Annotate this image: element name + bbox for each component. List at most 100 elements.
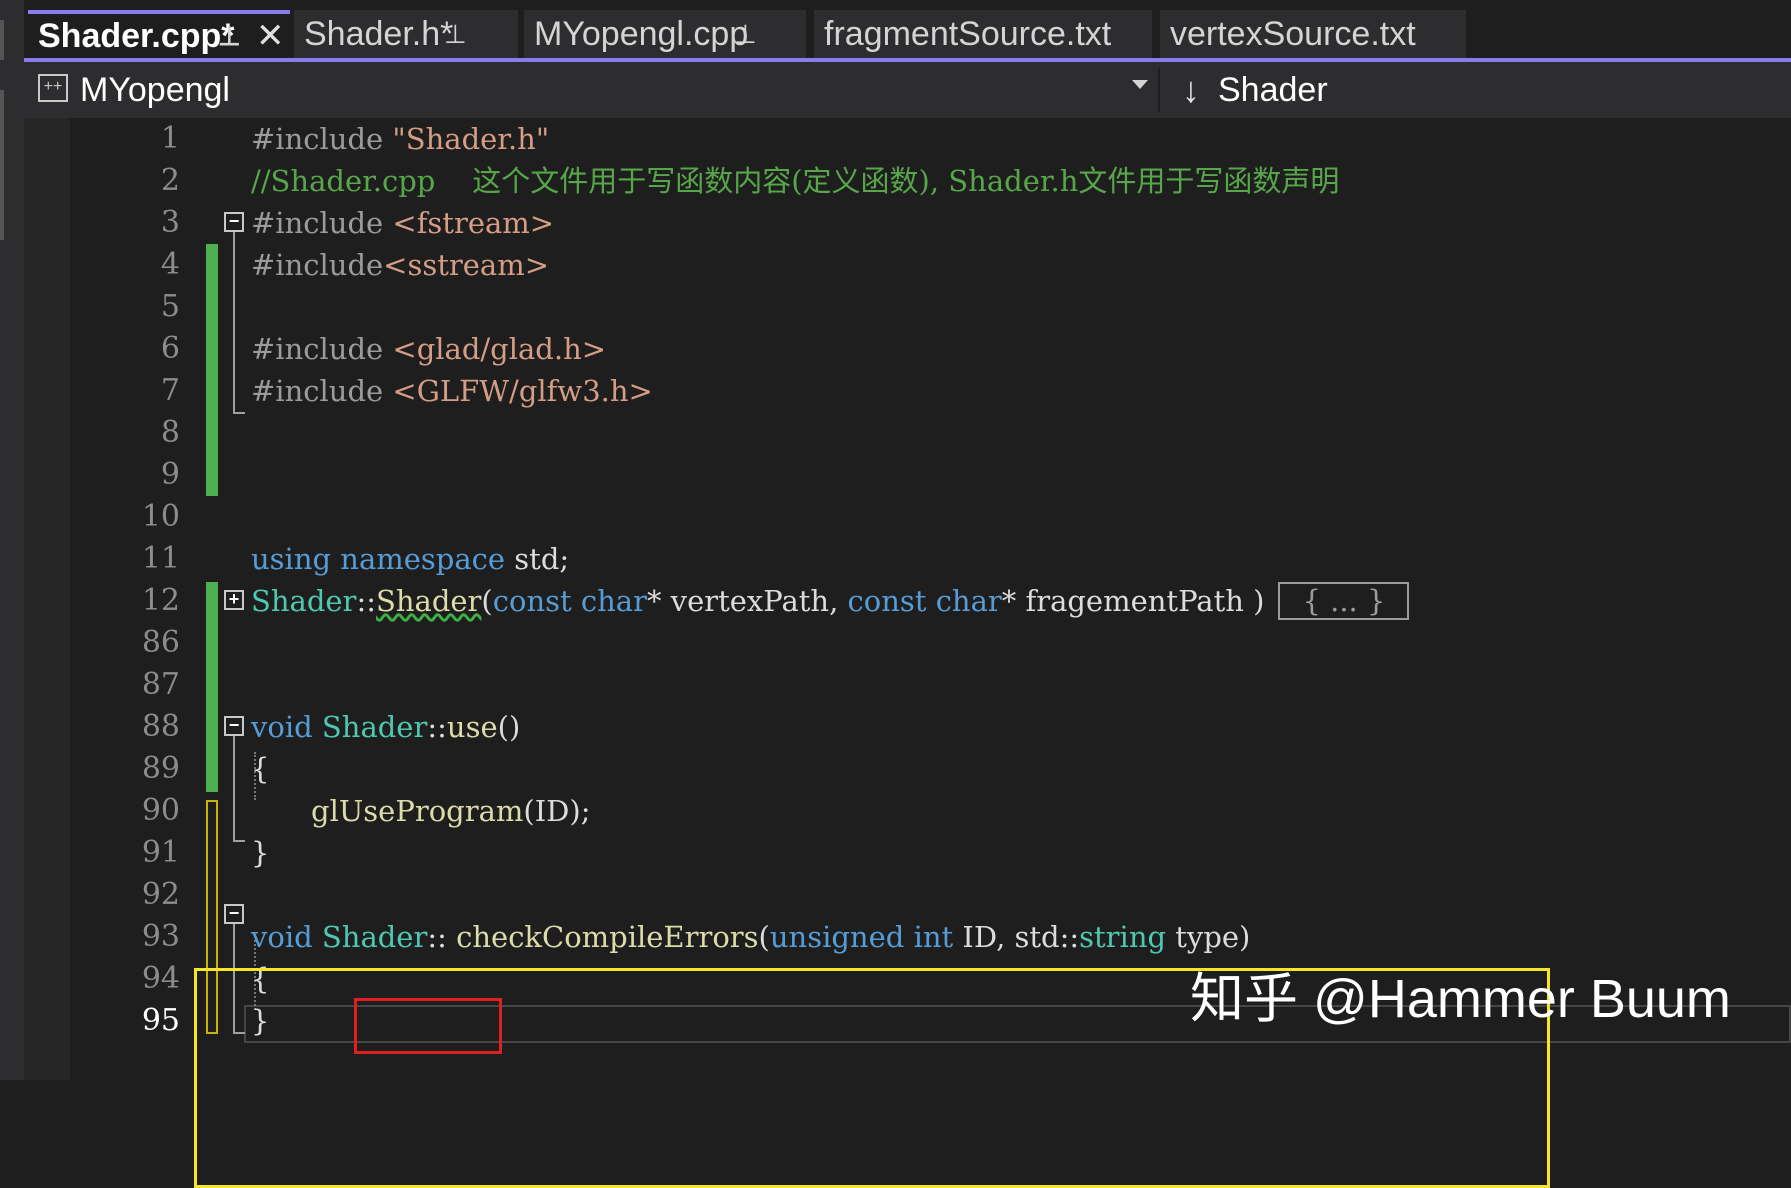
- line-number: 4: [160, 247, 180, 282]
- minus-box-icon[interactable]: −: [224, 212, 244, 232]
- identifier: std;: [505, 542, 570, 576]
- tab-myopengl-cpp[interactable]: MYopengl.cpp ⊥: [524, 10, 806, 58]
- annotation-highlight-box: [354, 998, 502, 1054]
- function-name: checkCompileErrors: [456, 920, 759, 954]
- left-tool-strip: [0, 0, 24, 1080]
- keyword: void: [251, 920, 313, 954]
- class-name: Shader: [321, 710, 428, 744]
- navigation-bar: ++ MYopengl ↓ Shader: [24, 62, 1791, 118]
- function-call: glUseProgram: [311, 794, 524, 828]
- minus-box-icon[interactable]: −: [224, 904, 244, 924]
- outline-line: [233, 726, 235, 842]
- outline-line: [233, 222, 235, 412]
- line-number: 92: [141, 877, 180, 912]
- code-line[interactable]: Shader::Shader(const char* vertexPath, c…: [251, 580, 1410, 622]
- arguments: (ID);: [523, 794, 591, 828]
- line-number: 5: [160, 289, 180, 324]
- strip-mark: [0, 20, 4, 60]
- line-number: 7: [160, 373, 180, 408]
- tab-shader-cpp[interactable]: Shader.cpp* ⊥ ✕: [28, 10, 290, 58]
- line-number: 1: [160, 121, 180, 156]
- project-dropdown[interactable]: MYopengl: [80, 66, 230, 114]
- keyword: const: [492, 584, 572, 618]
- tab-label: MYopengl.cpp: [534, 15, 749, 53]
- line-number: 93: [141, 919, 180, 954]
- change-bar-saved: [206, 582, 218, 792]
- line-number: 12: [141, 583, 180, 618]
- code-line[interactable]: {: [251, 748, 269, 790]
- paren: (: [758, 920, 770, 954]
- watermark: 知乎 @Hammer Buum: [1190, 969, 1731, 1029]
- line-number: 2: [160, 163, 180, 198]
- change-bar-saved: [206, 244, 218, 496]
- preprocessor: #include: [251, 374, 393, 408]
- code-line[interactable]: //Shader.cpp 这个文件用于写函数内容(定义函数), Shader.h…: [251, 160, 1339, 202]
- code-line[interactable]: #include<sstream>: [251, 244, 549, 286]
- code-line[interactable]: void Shader::use(): [251, 706, 520, 748]
- brace: {: [251, 752, 270, 786]
- parameter: * vertexPath,: [646, 584, 848, 618]
- line-number: 8: [160, 415, 180, 450]
- outline-line: [233, 840, 245, 842]
- code-line[interactable]: void Shader:: checkCompileErrors(unsigne…: [251, 916, 1250, 958]
- class-name: Shader: [321, 920, 428, 954]
- line-number: 86: [141, 625, 180, 660]
- class-name: Shader: [251, 584, 357, 618]
- outline-line: [233, 412, 245, 414]
- glyph-margin: [24, 118, 70, 1080]
- tab-label: Shader.cpp*: [38, 17, 235, 55]
- keyword: unsigned: [769, 920, 905, 954]
- strip-mark: [0, 90, 4, 240]
- document-tab-bar: Shader.cpp* ⊥ ✕ Shader.h* ⊥ MYopengl.cpp…: [24, 0, 1791, 60]
- keyword: namespace: [340, 542, 506, 576]
- close-icon[interactable]: ✕: [256, 14, 285, 58]
- include-path: <sstream>: [383, 248, 550, 282]
- line-number: 3: [160, 205, 180, 240]
- pin-icon[interactable]: ⊥: [444, 10, 467, 58]
- code-line[interactable]: using namespace std;: [251, 538, 569, 580]
- tab-label: vertexSource.txt: [1170, 15, 1416, 53]
- code-line[interactable]: }: [251, 832, 269, 874]
- tab-vertexsource-txt[interactable]: vertexSource.txt: [1160, 10, 1466, 58]
- parameter: * fragementPath ): [1001, 584, 1265, 618]
- include-path: <glad/glad.h>: [392, 332, 607, 366]
- type-name: string: [1079, 920, 1167, 954]
- scope-dropdown[interactable]: Shader: [1218, 66, 1328, 114]
- preprocessor: #include: [251, 206, 393, 240]
- comment: //Shader.cpp 这个文件用于写函数内容(定义函数), Shader.h…: [251, 164, 1340, 198]
- collapsed-region[interactable]: { ... }: [1278, 582, 1410, 620]
- scope-operator: ::: [356, 584, 376, 618]
- cpp-project-icon: ++: [38, 74, 68, 102]
- line-number: 11: [141, 541, 180, 576]
- scope-operator: ::: [427, 710, 447, 744]
- tab-fragmentsource-txt[interactable]: fragmentSource.txt: [814, 10, 1152, 58]
- tab-shader-h[interactable]: Shader.h* ⊥: [294, 10, 518, 58]
- function-name: use: [446, 710, 498, 744]
- paren: (): [497, 710, 521, 744]
- preprocessor: #include: [251, 122, 393, 156]
- code-line[interactable]: glUseProgram(ID);: [311, 790, 590, 832]
- paren: (: [481, 584, 493, 618]
- string-literal: "Shader.h": [392, 122, 550, 156]
- constructor-name: Shader: [375, 584, 482, 618]
- code-line[interactable]: #include <glad/glad.h>: [251, 328, 606, 370]
- plus-box-icon[interactable]: +: [224, 590, 244, 610]
- include-path: <fstream>: [392, 206, 555, 240]
- pin-icon[interactable]: ⊥: [734, 10, 757, 58]
- keyword: void: [251, 710, 313, 744]
- code-editor[interactable]: 1 2 3 4 5 6 7 8 9 10 11 12 86 87 88 89 9…: [24, 118, 1791, 1188]
- line-number: 89: [141, 751, 180, 786]
- preprocessor: #include: [251, 248, 384, 282]
- chevron-down-icon[interactable]: [1132, 80, 1148, 89]
- code-line[interactable]: #include <GLFW/glfw3.h>: [251, 370, 653, 412]
- tab-label: Shader.h*: [304, 15, 454, 53]
- scope-operator: ::: [427, 920, 447, 954]
- down-arrow-icon: ↓: [1182, 69, 1200, 110]
- line-number: 94: [141, 961, 180, 996]
- minus-box-icon[interactable]: −: [224, 716, 244, 736]
- keyword: int: [913, 920, 954, 954]
- code-line[interactable]: #include <fstream>: [251, 202, 554, 244]
- parameter: type): [1166, 920, 1251, 954]
- pin-icon[interactable]: ⊥: [218, 14, 241, 58]
- code-line[interactable]: #include "Shader.h": [251, 118, 549, 160]
